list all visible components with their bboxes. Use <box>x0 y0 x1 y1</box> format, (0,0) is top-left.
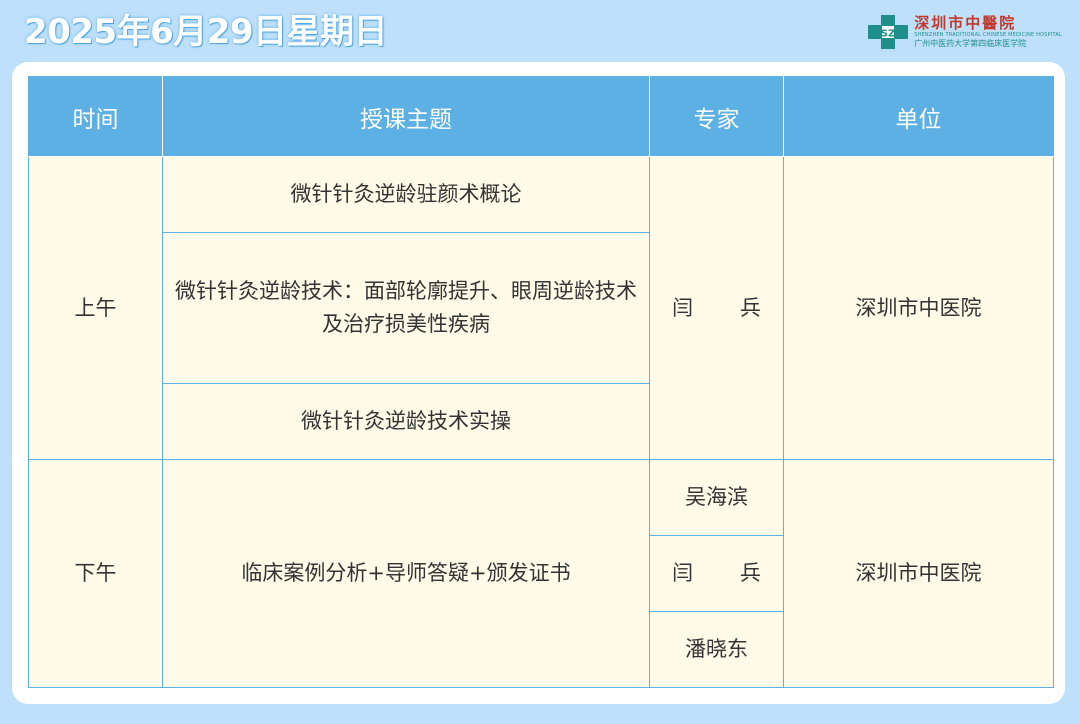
table-row: 下午 临床案例分析+导师答疑+颁发证书 吴海滨 深圳市中医院 <box>28 459 1054 688</box>
morning-expert-name: 闫 兵 <box>672 295 781 320</box>
logo-mark-letters: SZ <box>881 29 895 40</box>
afternoon-expert-1: 吴海滨 <box>649 459 784 536</box>
afternoon-expert-2-cell: 闫 兵 <box>649 535 784 612</box>
morning-topic-3: 微针针灸逆龄技术实操 <box>162 383 650 460</box>
afternoon-unit-cell: 深圳市中医院 <box>783 459 1054 688</box>
header-time: 时间 <box>28 76 163 157</box>
morning-topic-1: 微针针灸逆龄驻颜术概论 <box>162 156 650 233</box>
header-unit: 单位 <box>783 76 1054 157</box>
afternoon-time-cell: 下午 <box>28 459 163 688</box>
hospital-subtitle: 广州中医药大学第四临床医学院 <box>914 39 1027 48</box>
afternoon-expert-3: 潘晓东 <box>649 611 784 688</box>
hospital-name: 深圳市中醫院 <box>914 14 1017 32</box>
schedule-table: 时间 授课主题 专家 单位 上午 微针针灸逆龄驻颜术概论 闫 兵 深圳市中医院 … <box>28 76 1054 688</box>
page-date-title: 2025年6月29日星期日 <box>24 12 388 52</box>
morning-expert-cell: 闫 兵 <box>649 156 784 460</box>
table-row: 上午 微针针灸逆龄驻颜术概论 闫 兵 深圳市中医院 <box>28 156 1054 460</box>
hospital-logo: SZ 深圳市中醫院 SHENZHEN TRADITIONAL CHINESE M… <box>868 12 1062 52</box>
afternoon-expert-2: 闫 兵 <box>672 561 781 585</box>
morning-time-cell: 上午 <box>28 156 163 460</box>
morning-topic-2: 微针针灸逆龄技术：面部轮廓提升、眼周逆龄技术及治疗损美性疾病 <box>162 232 650 384</box>
morning-unit-cell: 深圳市中医院 <box>783 156 1054 460</box>
table-header-row: 时间 授课主题 专家 单位 <box>28 76 1054 157</box>
header-expert: 专家 <box>649 76 784 157</box>
header-topic: 授课主题 <box>162 76 650 157</box>
hospital-cross-logo-icon: SZ <box>868 15 909 49</box>
hospital-english-name: SHENZHEN TRADITIONAL CHINESE MEDICINE HO… <box>914 32 1062 38</box>
afternoon-topic-cell: 临床案例分析+导师答疑+颁发证书 <box>162 459 650 688</box>
